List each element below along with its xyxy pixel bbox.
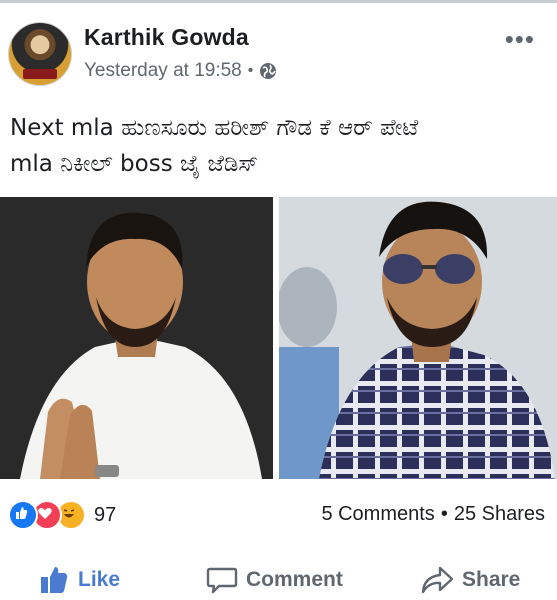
meta-separator: • xyxy=(247,62,254,79)
top-divider xyxy=(0,0,557,3)
like-reaction-icon xyxy=(8,500,38,530)
post-text-line-1: Next mla ಹುಣಸೂರು ಹರೀಶ್ ಗೌಡ ಕೆ ಆರ್ ಪೇಟೆ xyxy=(10,115,419,141)
like-button[interactable]: Like xyxy=(38,564,120,596)
comment-icon xyxy=(206,567,238,594)
action-bar: Like Comment Share xyxy=(0,560,557,600)
share-icon xyxy=(421,566,454,594)
photo-right[interactable] xyxy=(279,197,557,479)
thumbs-up-icon xyxy=(41,567,68,593)
shares-count[interactable]: 25 Shares xyxy=(454,503,545,526)
avatar-badge xyxy=(23,69,57,79)
post-timestamp[interactable]: Yesterday at 19:58 xyxy=(84,60,242,82)
author-avatar[interactable] xyxy=(8,22,72,86)
comment-label: Comment xyxy=(246,568,343,591)
reaction-summary[interactable]: 97 xyxy=(8,500,116,530)
engagement-counts: 5 Comments • 25 Shares xyxy=(321,503,545,526)
author-name[interactable]: Karthik Gowda xyxy=(84,24,249,51)
post-meta: Yesterday at 19:58 • xyxy=(84,60,277,82)
reaction-count: 97 xyxy=(94,503,117,526)
share-label: Share xyxy=(462,568,521,591)
post-body: Next mla ಹುಣಸೂರು ಹರೀಶ್ ಗೌಡ ಕೆ ಆರ್ ಪೇಟೆ m… xyxy=(10,110,550,182)
share-button[interactable]: Share xyxy=(420,565,520,595)
comment-button[interactable]: Comment xyxy=(206,565,343,595)
post-text-line-2: mla ನಿಕೀಲ್ boss ಜೈ ಜೆಡಿಸ್ xyxy=(10,151,259,177)
comments-count[interactable]: 5 Comments xyxy=(321,503,434,526)
like-label: Like xyxy=(78,568,121,591)
photo-left[interactable] xyxy=(0,197,273,479)
more-options-icon[interactable]: ••• xyxy=(505,24,535,55)
counts-separator: • xyxy=(440,503,448,525)
globe-icon[interactable] xyxy=(259,62,277,80)
